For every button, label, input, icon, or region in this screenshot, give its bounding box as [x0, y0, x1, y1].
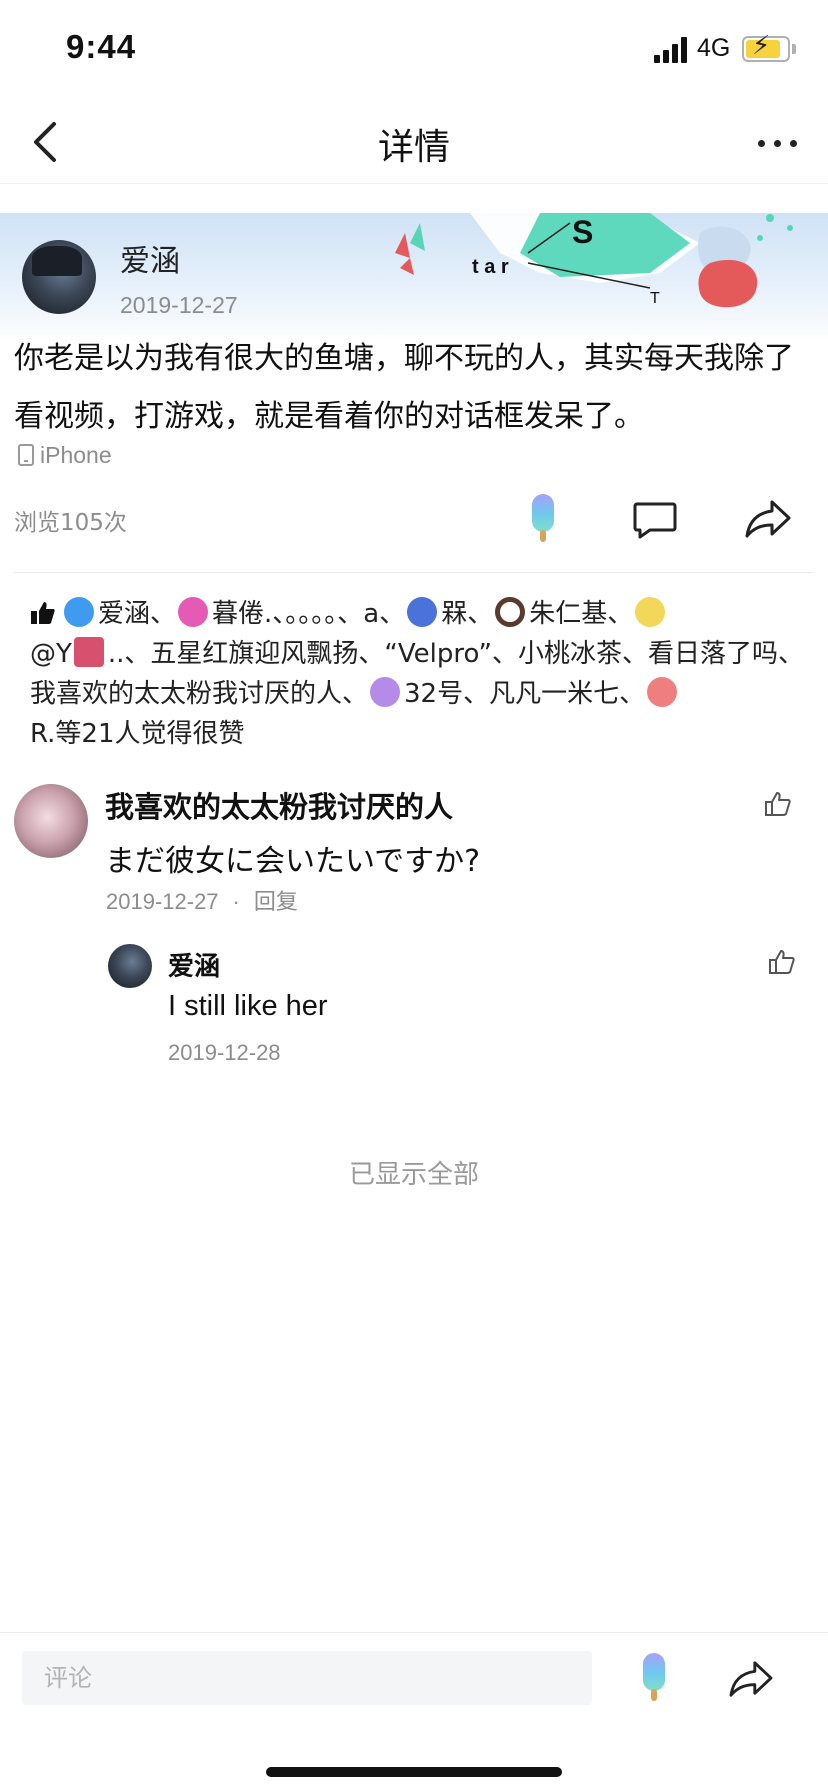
- bottom-bar: [0, 1632, 828, 1792]
- like-user-name[interactable]: 爱涵、: [98, 599, 176, 629]
- more-icon[interactable]: [752, 124, 802, 160]
- author-avatar[interactable]: [22, 240, 96, 314]
- page-title: 详情: [377, 127, 450, 168]
- charging-icon: ⚡: [752, 31, 771, 61]
- comment-like-icon[interactable]: [764, 790, 792, 818]
- reply-author[interactable]: 爱涵: [168, 946, 220, 983]
- reply-text: I still like her: [168, 990, 328, 1022]
- reply-button[interactable]: 回复: [254, 889, 298, 914]
- divider: [14, 572, 814, 573]
- like-user-name[interactable]: 朱仁基、: [529, 599, 633, 629]
- comment-icon[interactable]: [632, 500, 678, 540]
- device-source: iPhone: [18, 440, 112, 470]
- post-date: 2019-12-27: [120, 292, 238, 318]
- reply-avatar[interactable]: [108, 944, 152, 988]
- comment-date: 2019-12-27: [106, 889, 219, 914]
- comment-meta: 2019-12-27 · 回复: [106, 884, 298, 916]
- commenter-name[interactable]: 我喜欢的太太粉我讨厌的人: [105, 784, 453, 826]
- share-icon[interactable]: [744, 498, 792, 540]
- share-icon[interactable]: [728, 1659, 774, 1699]
- comment-input[interactable]: [22, 1651, 592, 1705]
- like-user-icon[interactable]: [178, 597, 209, 627]
- like-user-icon[interactable]: [64, 597, 94, 627]
- popsicle-icon[interactable]: [640, 1651, 668, 1703]
- likes-summary[interactable]: R.等21人觉得很赞: [30, 719, 245, 749]
- banner-tar: t a r: [472, 256, 509, 278]
- banner-s: S: [572, 214, 593, 250]
- post-body: 你老是以为我有很大的鱼塘，聊不玩的人，其实每天我除了看视频，打游戏，就是看着你的…: [14, 341, 794, 434]
- like-user-icon[interactable]: [647, 677, 678, 707]
- status-time: 9:44: [66, 28, 137, 65]
- like-user-icon[interactable]: [407, 597, 438, 627]
- like-user-icon[interactable]: [370, 677, 401, 707]
- comment-text: まだ彼女に会いたいですか?: [105, 844, 481, 879]
- like-user-icon[interactable]: [635, 597, 666, 627]
- battery-tip: [792, 44, 796, 54]
- nav-bar: 详情: [0, 100, 828, 184]
- like-user-name[interactable]: 暮倦.、。。。。、a、: [212, 599, 405, 629]
- phone-icon: [18, 444, 34, 466]
- likes-list: 爱涵、 暮倦.、。。。。、a、 槑、 朱仁基、 @Y ..、五星红旗迎风飘扬、“Velpr…: [30, 594, 810, 754]
- all-shown-label: 已显示全部: [348, 1160, 479, 1190]
- status-bar: 9:44 4G ⚡: [0, 0, 828, 100]
- device-label: iPhone: [40, 441, 112, 468]
- reply-like-icon[interactable]: [768, 948, 796, 976]
- network-label: 4G: [697, 34, 731, 62]
- meta-separator: ·: [232, 889, 240, 914]
- reply-date: 2019-12-28: [168, 1040, 281, 1065]
- commenter-avatar[interactable]: [14, 784, 88, 858]
- like-user-name[interactable]: 32号、凡凡一米七、: [404, 679, 645, 709]
- author-name[interactable]: 爱涵: [120, 236, 180, 280]
- like-user-name[interactable]: 槑、: [441, 599, 493, 629]
- thumbs-up-icon: [31, 602, 55, 624]
- home-indicator: [266, 1767, 562, 1777]
- like-user-icon[interactable]: [495, 597, 526, 627]
- popsicle-icon[interactable]: [528, 492, 558, 544]
- like-user-icon[interactable]: [73, 637, 104, 667]
- view-count: 浏览105次: [14, 510, 127, 536]
- like-user-name[interactable]: @Y: [30, 639, 72, 669]
- banner-t: T: [650, 290, 660, 307]
- signal-icon: [654, 37, 688, 63]
